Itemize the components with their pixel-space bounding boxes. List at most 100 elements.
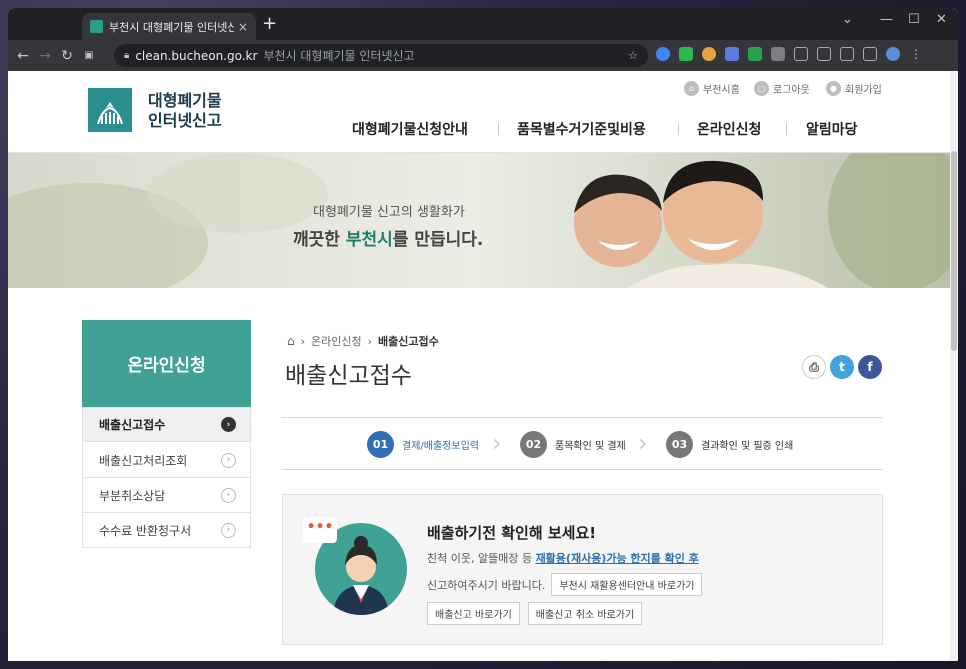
translate-icon[interactable] xyxy=(725,47,739,61)
site-logo-text[interactable]: 대형폐기물 인터넷신고 xyxy=(148,91,222,131)
reload-icon[interactable]: ↻ xyxy=(56,48,78,64)
breadcrumb-current: 배출신고접수 xyxy=(378,335,439,348)
step-number: 02 xyxy=(520,431,547,458)
extension-icon[interactable] xyxy=(702,47,716,61)
browser-window: 부천시 대형폐기물 인터넷신고 × + ⌄ — ☐ ✕ ← → ↻ ▣ 🔒︎ c… xyxy=(8,8,958,661)
bookmark-icon[interactable]: ☆ xyxy=(628,49,638,62)
adblock-shield-icon[interactable] xyxy=(679,47,693,61)
minimize-button[interactable]: — xyxy=(880,12,893,27)
forward-icon[interactable]: → xyxy=(34,48,56,64)
maximize-button[interactable]: ☐ xyxy=(908,12,920,27)
lnb-item-label: 부분취소상담 xyxy=(99,488,166,503)
util-home-link[interactable]: ⌂ 부천시홈 xyxy=(684,81,740,96)
breadcrumb-sep-icon: › xyxy=(300,334,306,348)
kebab-menu-icon[interactable]: ⋮ xyxy=(909,47,923,61)
notice-line1-text: 친척 이웃, 알뜰매장 등 xyxy=(427,552,536,565)
logo-line2: 인터넷신고 xyxy=(148,111,222,130)
breadcrumb: ⌂ › 온라인신청 › 배출신고접수 xyxy=(287,333,439,349)
twitter-icon[interactable]: t xyxy=(830,355,854,379)
step-label: 품목확인 및 결제 xyxy=(555,441,626,452)
extension-icons: ⋮ xyxy=(656,47,923,61)
cast-icon[interactable] xyxy=(817,47,831,61)
page-scrollbar[interactable] xyxy=(950,71,958,661)
banner-line2-post: 를 만듭니다. xyxy=(392,230,484,250)
home-icon[interactable]: ⌂ xyxy=(287,334,295,348)
download-icon[interactable] xyxy=(794,47,808,61)
util-logout-link[interactable]: ▢ 로그아웃 xyxy=(754,81,810,96)
hero-banner: 대형폐기물 신고의 생활화가 깨끗한 부천시를 만듭니다. xyxy=(8,153,950,288)
chevron-right-icon: › xyxy=(221,487,236,503)
chevron-right-icon: › xyxy=(638,429,648,457)
lnb-item-status[interactable]: 배출신고처리조회 › xyxy=(82,443,251,478)
lnb-item-refund[interactable]: 수수료 반환청구서 › xyxy=(82,513,251,548)
lnb-item-label: 수수료 반환청구서 xyxy=(99,523,192,538)
google-extension-icon[interactable] xyxy=(656,47,670,61)
banner-line2: 깨끗한 부천시를 만듭니다. xyxy=(293,225,483,250)
banner-photo xyxy=(8,153,950,288)
sidepanel-icon[interactable] xyxy=(863,47,877,61)
tab-strip: 부천시 대형폐기물 인터넷신고 × + ⌄ — ☐ ✕ xyxy=(8,8,958,40)
chevron-right-icon: › xyxy=(221,452,236,468)
naver-extension-icon[interactable]: ▣ xyxy=(78,50,100,61)
report-shortcut-button[interactable]: 배출신고 바로가기 xyxy=(427,602,520,625)
banner-line1: 대형폐기물 신고의 생활화가 xyxy=(313,205,465,220)
url-page-title: 부천시 대형폐기물 인터넷신고 xyxy=(263,49,415,63)
tab-close-icon[interactable]: × xyxy=(238,20,248,34)
browser-tab[interactable]: 부천시 대형폐기물 인터넷신고 × xyxy=(82,13,256,40)
breadcrumb-level1[interactable]: 온라인신청 xyxy=(311,333,362,349)
nav-divider xyxy=(498,123,499,135)
site-header: 대형폐기물 인터넷신고 ⌂ 부천시홈 ▢ 로그아웃 ● 회원가입 대형폐기물신청… xyxy=(8,71,950,153)
tab-search-icon[interactable]: ⌄ xyxy=(842,12,853,27)
lnb-item-partial-cancel[interactable]: 부분취소상담 › xyxy=(82,478,251,513)
step-number: 03 xyxy=(666,431,693,458)
address-bar[interactable]: 🔒︎ clean.bucheon.go.kr 부천시 대형폐기물 인터넷신고 ☆ xyxy=(114,44,648,67)
notice-title: 배출하기전 확인해 보세요! xyxy=(427,524,597,542)
util-join-link[interactable]: ● 회원가입 xyxy=(826,81,882,96)
facebook-icon[interactable]: f xyxy=(858,355,882,379)
lnb-title: 온라인신청 xyxy=(82,320,251,407)
chevron-right-icon: › xyxy=(221,417,236,432)
screenshot-icon[interactable] xyxy=(840,47,854,61)
step-1: 01 결제/배출정보입력 xyxy=(367,431,479,458)
steps-divider-top xyxy=(282,417,883,418)
back-icon[interactable]: ← xyxy=(12,48,34,64)
page-title: 배출신고접수 xyxy=(285,363,412,389)
chevron-right-icon: › xyxy=(221,522,236,538)
nav-item-guide[interactable]: 대형폐기물신청안내 xyxy=(352,119,468,139)
print-icon[interactable]: ⎙ xyxy=(802,355,826,379)
nav-item-notice[interactable]: 알림마당 xyxy=(806,119,858,139)
close-window-button[interactable]: ✕ xyxy=(936,12,947,27)
new-tab-button[interactable]: + xyxy=(262,14,277,34)
util-join-label: 회원가입 xyxy=(845,85,882,96)
notice-buttons: 배출신고 바로가기 배출신고 취소 바로가기 xyxy=(427,602,643,625)
step-label: 결과확인 및 필증 인쇄 xyxy=(701,441,794,452)
step-label: 결제/배출정보입력 xyxy=(402,441,479,452)
util-home-label: 부천시홈 xyxy=(703,85,740,96)
breadcrumb-sep-icon: › xyxy=(367,334,373,348)
lnb-item-label: 배출신고처리조회 xyxy=(99,453,188,468)
site-logo-icon[interactable] xyxy=(88,88,132,132)
scrollbar-thumb[interactable] xyxy=(951,151,957,351)
tab-title: 부천시 대형폐기물 인터넷신고 xyxy=(109,20,234,34)
cancel-report-shortcut-button[interactable]: 배출신고 취소 바로가기 xyxy=(527,602,643,625)
nav-divider xyxy=(786,123,787,135)
add-extension-icon[interactable] xyxy=(748,47,762,61)
notice-line1-highlight: 재활용(재사용)가능 한지를 확인 후 xyxy=(535,552,699,565)
web-page: 대형폐기물 인터넷신고 ⌂ 부천시홈 ▢ 로그아웃 ● 회원가입 대형폐기물신청… xyxy=(8,71,958,661)
lnb-item-report[interactable]: 배출신고접수 › xyxy=(82,407,251,442)
banner-line2-pre: 깨끗한 xyxy=(293,230,346,250)
nav-item-online-apply[interactable]: 온라인신청 xyxy=(697,119,761,139)
logo-line1: 대형폐기물 xyxy=(148,91,222,110)
notice-line2-text: 신고하여주시기 바랍니다. xyxy=(427,578,546,592)
notice-line2: 신고하여주시기 바랍니다. 부천시 재활용센터안내 바로가기 xyxy=(427,573,703,596)
recycle-center-button[interactable]: 부천시 재활용센터안내 바로가기 xyxy=(551,573,703,596)
site-favicon-icon xyxy=(90,20,103,33)
nav-divider xyxy=(678,123,679,135)
lock-icon: ▢ xyxy=(754,81,769,96)
step-number: 01 xyxy=(367,431,394,458)
profile-avatar-icon[interactable] xyxy=(886,47,900,61)
user-icon: ● xyxy=(826,81,841,96)
puzzle-icon[interactable] xyxy=(771,47,785,61)
banner-line2-emphasis: 부천시 xyxy=(345,230,393,250)
nav-item-pricing[interactable]: 품목별수거기준및비용 xyxy=(517,119,646,139)
